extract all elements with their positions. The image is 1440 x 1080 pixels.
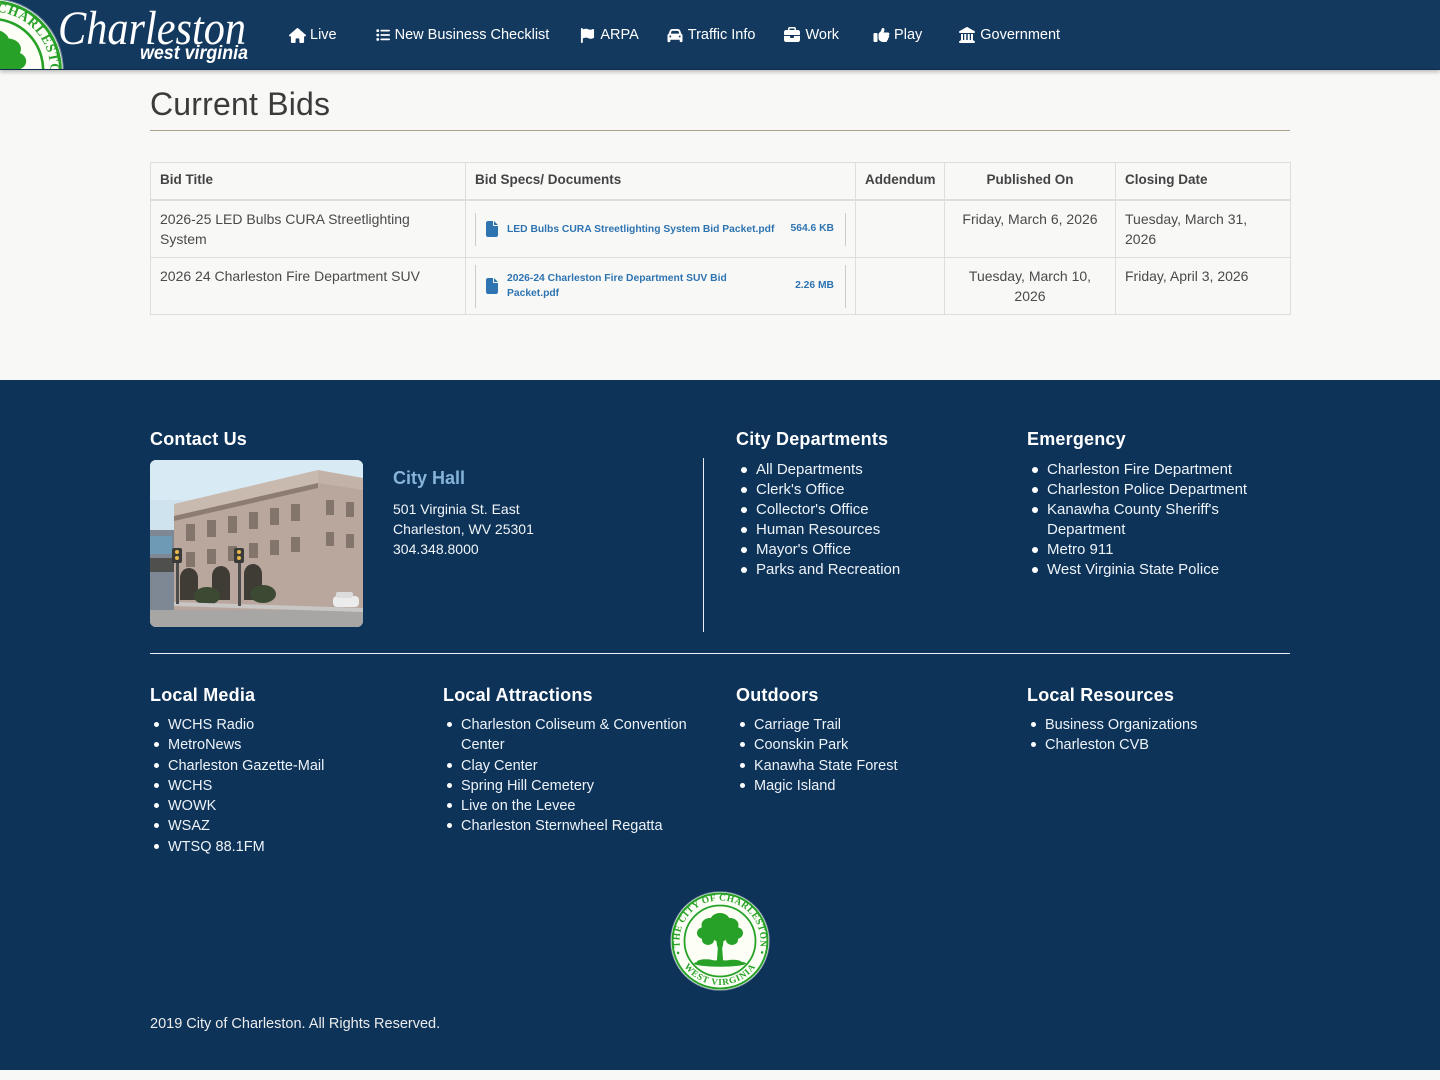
svg-text:west virginia: west virginia bbox=[140, 43, 248, 64]
